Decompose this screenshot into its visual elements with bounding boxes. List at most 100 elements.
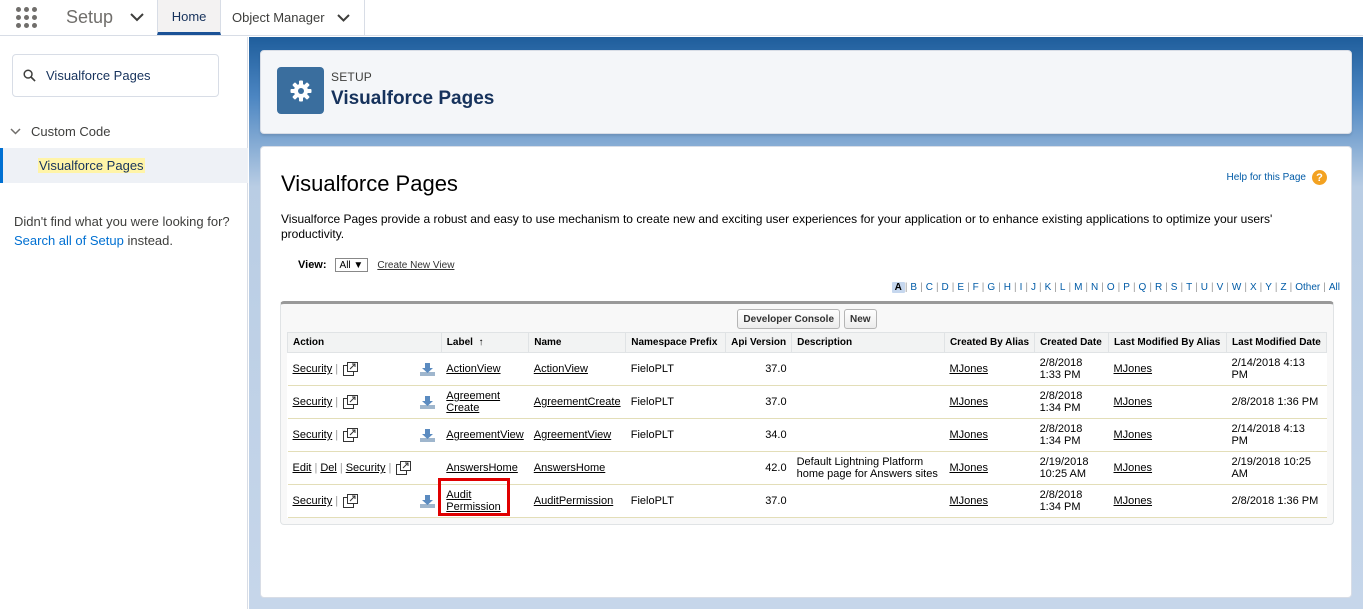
preview-external-icon[interactable] [343, 494, 359, 508]
alpha-filter-other[interactable]: Other [1292, 282, 1323, 293]
alpha-filter-h[interactable]: H [1001, 282, 1014, 293]
tree-leaf-visualforce-pages[interactable]: Visualforce Pages [0, 148, 248, 183]
help-for-this-page-link[interactable]: Help for this Page ? [1226, 170, 1327, 185]
app-menu-button[interactable] [117, 0, 157, 35]
api-version-cell: 42.0 [725, 451, 792, 485]
security-link[interactable]: Security [293, 429, 333, 441]
alpha-filter-l[interactable]: L [1057, 282, 1069, 293]
del-link[interactable]: Del [320, 462, 337, 474]
alpha-filter-f[interactable]: F [970, 282, 982, 293]
created-by-link[interactable]: MJones [949, 396, 988, 408]
tab-object-manager[interactable]: Object Manager [221, 0, 365, 35]
tab-home[interactable]: Home [157, 0, 222, 35]
modified-by-link[interactable]: MJones [1114, 363, 1153, 375]
page-name-link[interactable]: AnswersHome [534, 462, 606, 474]
chevron-down-icon[interactable] [336, 13, 350, 22]
col-description[interactable]: Description [791, 332, 945, 353]
preview-external-icon[interactable] [343, 395, 359, 409]
alpha-filter-x[interactable]: X [1247, 282, 1260, 293]
new-button[interactable]: New [844, 309, 877, 329]
col-name[interactable]: Name [528, 332, 627, 353]
namespace-prefix-cell: FieloPLT [625, 484, 726, 518]
alpha-filter-y[interactable]: Y [1262, 282, 1275, 293]
modified-by-link[interactable]: MJones [1114, 396, 1153, 408]
page-name-link[interactable]: ActionView [534, 363, 588, 375]
download-icon[interactable] [419, 395, 436, 410]
created-by-link[interactable]: MJones [949, 462, 988, 474]
alpha-filter-k[interactable]: K [1042, 282, 1055, 293]
create-new-view-link[interactable]: Create New View [377, 260, 454, 271]
alpha-filter-q[interactable]: Q [1136, 282, 1150, 293]
namespace-prefix-cell [625, 451, 726, 485]
alpha-filter-d[interactable]: D [939, 282, 952, 293]
app-launcher-button[interactable] [0, 0, 52, 35]
page-label-link[interactable]: AgreementView [446, 429, 523, 441]
security-link[interactable]: Security [293, 363, 333, 375]
modified-by-link[interactable]: MJones [1114, 462, 1153, 474]
modified-date-cell: 2/14/2018 4:13 PM [1226, 418, 1327, 452]
alpha-filter-all[interactable]: All [1326, 282, 1343, 293]
modified-by-link[interactable]: MJones [1114, 429, 1153, 441]
security-link[interactable]: Security [293, 495, 333, 507]
alpha-filter-r[interactable]: R [1152, 282, 1165, 293]
alpha-filter-t[interactable]: T [1183, 282, 1195, 293]
view-select[interactable]: All ▼ [334, 258, 369, 272]
col-api-version[interactable]: Api Version [725, 332, 793, 353]
tree-node-custom-code[interactable]: Custom Code [0, 119, 248, 143]
page-label-link[interactable]: Agreement Create [446, 390, 500, 414]
alpha-filter-a[interactable]: A [891, 282, 905, 293]
quick-find-input[interactable] [44, 67, 204, 84]
page-label-link[interactable]: ActionView [446, 363, 500, 375]
alpha-filter-z[interactable]: Z [1278, 282, 1290, 293]
alpha-filter-c[interactable]: C [923, 282, 936, 293]
alpha-filter-v[interactable]: V [1214, 282, 1227, 293]
search-icon [23, 69, 36, 82]
alpha-filter-n[interactable]: N [1088, 282, 1101, 293]
alpha-filter-p[interactable]: P [1120, 282, 1133, 293]
preview-external-icon[interactable] [343, 428, 359, 442]
download-icon[interactable] [419, 428, 436, 443]
created-by-link[interactable]: MJones [949, 363, 988, 375]
alpha-filter-b[interactable]: B [907, 282, 920, 293]
table-row: Security | Agreement Create AgreementCreate… [287, 385, 1327, 419]
modified-date-cell: 2/14/2018 4:13 PM [1226, 352, 1327, 386]
page-label-link[interactable]: AnswersHome [446, 462, 518, 474]
alpha-filter-s[interactable]: S [1168, 282, 1181, 293]
col-label[interactable]: Label ↑ [440, 332, 530, 353]
alpha-filter-o[interactable]: O [1104, 282, 1118, 293]
page-name-link[interactable]: AgreementView [534, 429, 611, 441]
content-card: Visualforce Pages Help for this Page ? V… [260, 146, 1352, 598]
alpha-filter-j[interactable]: J [1028, 282, 1039, 293]
download-icon[interactable] [419, 494, 436, 509]
search-all-setup-link[interactable]: Search all of Setup [14, 233, 124, 248]
alpha-filter-g[interactable]: G [984, 282, 998, 293]
download-icon[interactable] [419, 362, 436, 377]
alpha-filter-u[interactable]: U [1198, 282, 1211, 293]
developer-console-button[interactable]: Developer Console [737, 309, 841, 329]
col-namespace-prefix[interactable]: Namespace Prefix [625, 332, 727, 353]
sort-ascending-icon: ↑ [478, 337, 484, 348]
security-link[interactable]: Security [293, 396, 333, 408]
col-last-modified-date[interactable]: Last Modified Date [1225, 332, 1328, 353]
preview-external-icon[interactable] [396, 461, 412, 475]
alpha-filter-i[interactable]: I [1017, 282, 1026, 293]
alphabet-filter: A | B | C | D | E | F | G | H | I | J | K | L | M | N | O | P | Q | R | S | T |… [891, 282, 1343, 293]
alpha-filter-e[interactable]: E [954, 282, 967, 293]
modified-by-link[interactable]: MJones [1114, 495, 1153, 507]
alpha-filter-w[interactable]: W [1229, 282, 1244, 293]
created-date-cell: 2/8/2018 1:33 PM [1034, 352, 1109, 386]
col-created-date[interactable]: Created Date [1034, 332, 1109, 353]
header-eyebrow: SETUP [331, 70, 373, 84]
api-version-cell: 34.0 [725, 418, 792, 452]
col-last-modified-by-alias[interactable]: Last Modified By Alias [1108, 332, 1227, 353]
col-created-by-alias[interactable]: Created By Alias [943, 332, 1036, 353]
page-name-link[interactable]: AuditPermission [534, 495, 613, 507]
security-link[interactable]: Security [346, 462, 386, 474]
page-name-link[interactable]: AgreementCreate [534, 396, 621, 408]
edit-link[interactable]: Edit [293, 462, 312, 474]
preview-external-icon[interactable] [343, 362, 359, 376]
created-by-link[interactable]: MJones [949, 495, 988, 507]
alpha-filter-m[interactable]: M [1071, 282, 1085, 293]
created-by-link[interactable]: MJones [949, 429, 988, 441]
help-link-label: Help for this Page [1226, 172, 1307, 183]
